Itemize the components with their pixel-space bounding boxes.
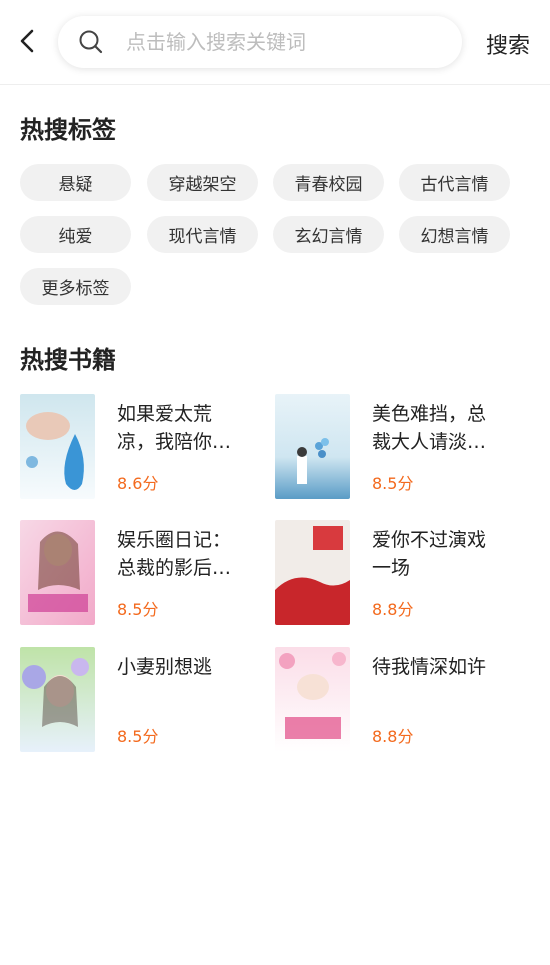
book-title: 如果爱太荒凉，我陪你…	[117, 403, 232, 453]
tag-chip[interactable]: 幻想言情	[399, 216, 510, 253]
tag-chip[interactable]: 玄幻言情	[273, 216, 384, 253]
book-score: 8.5分	[117, 600, 159, 619]
book-title: 小妻别想逃	[117, 656, 213, 678]
book-cover	[275, 520, 350, 625]
hot-tags-title: 热搜标签	[20, 116, 116, 144]
tag-chip[interactable]: 穿越架空	[147, 164, 258, 201]
book-score: 8.8分	[372, 600, 414, 619]
more-tags-chip[interactable]: 更多标签	[20, 268, 131, 305]
book-item[interactable]: 爱你不过演戏一场 8.8分	[275, 520, 525, 626]
tag-chip[interactable]: 悬疑	[20, 164, 131, 201]
book-title: 待我情深如许	[372, 656, 487, 678]
back-arrow-icon	[20, 29, 34, 53]
book-cover	[275, 647, 350, 752]
tag-chip[interactable]: 青春校园	[273, 164, 384, 201]
search-icon	[78, 29, 104, 55]
top-bar: 搜索	[0, 0, 550, 85]
hot-books-title: 热搜书籍	[20, 346, 116, 374]
book-item[interactable]: 娱乐圈日记：总裁的影后… 8.5分	[20, 520, 270, 626]
book-item[interactable]: 美色难挡，总裁大人请淡… 8.5分	[275, 394, 525, 500]
book-score: 8.5分	[117, 727, 159, 746]
back-button[interactable]	[12, 26, 42, 56]
book-title: 爱你不过演戏一场	[372, 529, 487, 579]
book-title: 美色难挡，总裁大人请淡…	[372, 403, 487, 453]
search-box[interactable]	[58, 16, 462, 68]
search-button[interactable]: 搜索	[486, 28, 530, 60]
book-score: 8.8分	[372, 727, 414, 746]
book-score: 8.5分	[372, 474, 414, 493]
book-cover	[20, 394, 95, 499]
book-item[interactable]: 待我情深如许 8.8分	[275, 647, 525, 753]
search-input[interactable]	[124, 29, 448, 55]
book-item[interactable]: 如果爱太荒凉，我陪你… 8.6分	[20, 394, 270, 500]
book-cover	[275, 394, 350, 499]
tag-chip[interactable]: 古代言情	[399, 164, 510, 201]
book-cover	[20, 647, 95, 752]
tag-chip[interactable]: 现代言情	[147, 216, 258, 253]
book-cover	[20, 520, 95, 625]
tag-chip[interactable]: 纯爱	[20, 216, 131, 253]
book-item[interactable]: 小妻别想逃 8.5分	[20, 647, 270, 753]
book-score: 8.6分	[117, 474, 159, 493]
book-title: 娱乐圈日记：总裁的影后…	[117, 529, 232, 579]
